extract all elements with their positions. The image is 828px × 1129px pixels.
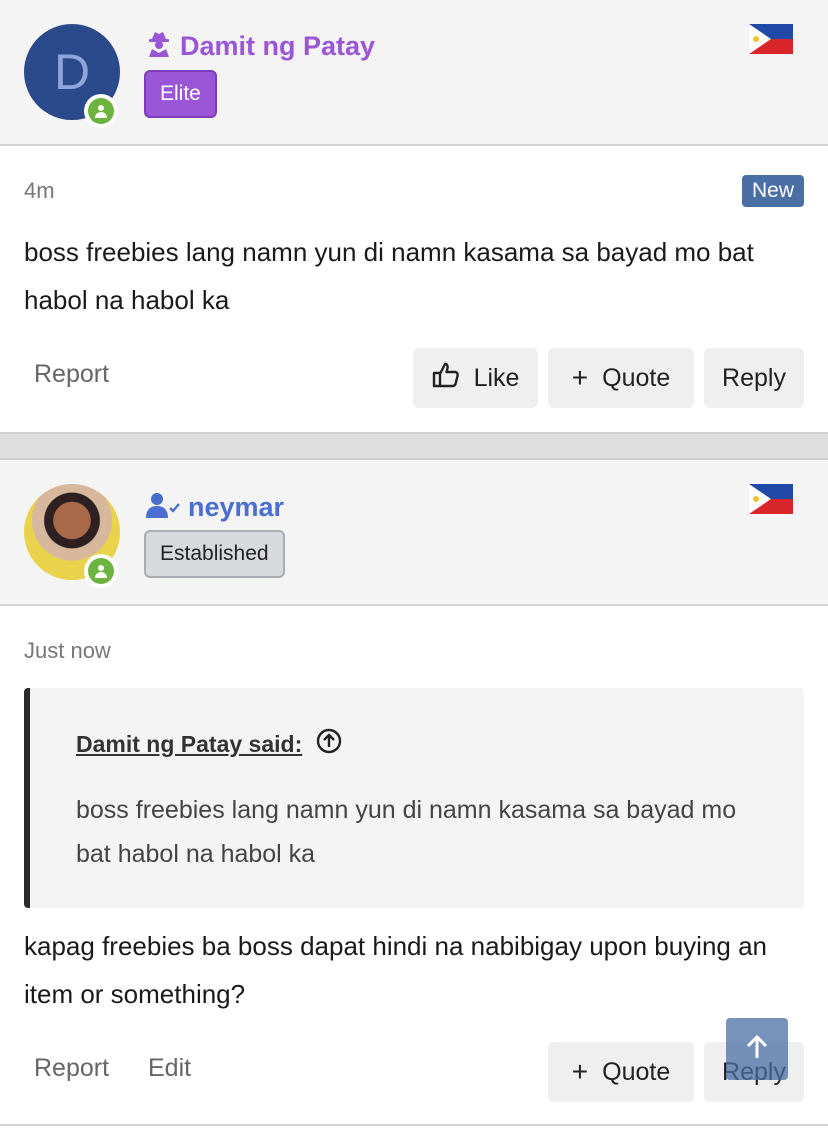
quote-label: Quote — [602, 363, 671, 392]
quote-block: Damit ng Patay said: boss freebies lang … — [24, 688, 804, 908]
thumbs-up-icon — [432, 361, 460, 396]
philippines-flag-icon — [749, 484, 793, 514]
like-button[interactable]: Like — [413, 348, 538, 408]
plus-icon: + — [571, 362, 589, 393]
quote-button[interactable]: + Quote — [548, 1042, 694, 1102]
post-time[interactable]: Just now — [24, 638, 111, 664]
online-status-icon — [84, 554, 118, 588]
arrow-up-circle-icon[interactable] — [316, 728, 342, 760]
edit-link[interactable]: Edit — [148, 1054, 191, 1083]
like-label: Like — [473, 363, 520, 392]
post-time[interactable]: 4m — [24, 178, 55, 204]
post-2-header: neymar Established — [0, 460, 828, 606]
plus-icon: + — [571, 1056, 589, 1087]
user-title-badge: Established — [144, 530, 285, 578]
reply-button[interactable]: Reply — [704, 348, 804, 408]
post-message: boss freebies lang namn yun di namn kasa… — [24, 237, 754, 315]
username-link[interactable]: Damit ng Patay — [180, 31, 375, 62]
post-message: kapag freebies ba boss dapat hindi na na… — [24, 931, 768, 1009]
username-row: Damit ng Patay — [146, 30, 375, 63]
scroll-to-top-button[interactable] — [726, 1018, 788, 1080]
quote-author-label[interactable]: Damit ng Patay said: — [76, 731, 302, 758]
arrow-up-icon — [743, 1033, 771, 1066]
online-status-icon — [84, 94, 118, 128]
post-divider — [0, 432, 828, 460]
quote-author[interactable]: Damit ng Patay said: — [76, 728, 342, 760]
bottom-divider — [0, 1124, 828, 1126]
philippines-flag-icon — [749, 24, 793, 54]
username-link[interactable]: neymar — [188, 492, 284, 523]
post-1: D Damit ng Patay Elite 4m New boss freeb… — [0, 0, 828, 432]
user-title-badge: Elite — [144, 70, 217, 118]
quote-text: boss freebies lang namn yun di namn kasa… — [76, 796, 737, 868]
quote-button[interactable]: + Quote — [548, 348, 694, 408]
quote-label: Quote — [602, 1057, 671, 1086]
username-row: neymar — [146, 492, 284, 523]
report-link[interactable]: Report — [34, 360, 109, 389]
new-badge: New — [742, 175, 804, 207]
user-check-icon — [146, 492, 180, 523]
report-link[interactable]: Report — [34, 1054, 109, 1083]
post-1-header: D Damit ng Patay Elite — [0, 0, 828, 146]
user-secret-icon — [146, 30, 172, 63]
